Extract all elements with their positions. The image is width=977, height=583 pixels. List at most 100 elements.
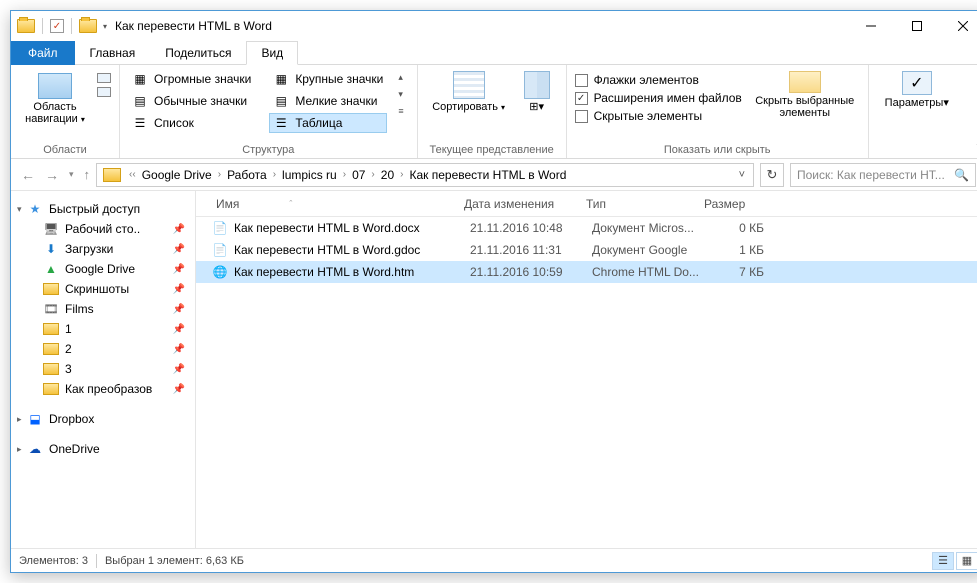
chevron-right-icon[interactable]: ▸ [17, 414, 22, 425]
checkbox-icon: ✓ [575, 92, 588, 105]
onedrive-icon: ☁ [27, 442, 43, 456]
column-name[interactable]: Имяˆ [196, 197, 454, 211]
tab-share[interactable]: Поделиться [150, 41, 246, 65]
up-button[interactable]: ↑ [84, 167, 91, 182]
sort-button[interactable]: Сортировать▾ [426, 69, 512, 114]
gdrive-icon: ▲ [43, 262, 59, 276]
sidebar-item[interactable]: ▲Google Drive📌 [15, 259, 195, 279]
qat-dropdown[interactable]: ▾ [103, 22, 107, 31]
sidebar-item-label: 1 [65, 322, 72, 336]
back-button[interactable]: ← [21, 167, 35, 183]
file-size: 0 КБ [710, 221, 764, 235]
layout-normal-icons[interactable]: ▤Обычные значки [128, 91, 255, 111]
separator [71, 18, 72, 34]
file-row[interactable]: 📄Как перевести HTML в Word.docx21.11.201… [196, 217, 977, 239]
qat-properties-button[interactable]: ✓ [50, 19, 64, 33]
tab-view[interactable]: Вид [246, 41, 298, 65]
columns-button[interactable]: ⊞▾ [516, 69, 558, 113]
maximize-button[interactable] [894, 11, 940, 41]
file-type: Документ Google [592, 243, 710, 257]
app-icon[interactable] [17, 19, 35, 33]
chevron-icon[interactable]: › [339, 169, 350, 180]
ribbon: Область навигации ▾ Области ▦Огромные зн… [11, 65, 977, 159]
checkbox-file-extensions[interactable]: ✓Расширения имен файлов [575, 91, 742, 105]
navigation-pane-button[interactable]: Область навигации ▾ [19, 69, 91, 126]
checkbox-item-checkboxes[interactable]: Флажки элементов [575, 73, 742, 87]
crumb[interactable]: Работа [225, 166, 269, 184]
view-details-button[interactable]: ☰ [932, 552, 954, 570]
refresh-button[interactable]: ↻ [760, 163, 784, 187]
sidebar-onedrive[interactable]: ▸☁OneDrive [15, 439, 195, 459]
crumb[interactable]: Google Drive [140, 166, 214, 184]
checkbox-hidden-items[interactable]: Скрытые элементы [575, 109, 742, 123]
search-input[interactable]: Поиск: Как перевести HT... 🔍 [790, 163, 976, 187]
layout-large-icons[interactable]: ▦Крупные значки [269, 69, 387, 89]
folder-icon [43, 363, 59, 375]
qat-new-folder-button[interactable] [79, 19, 97, 33]
layout-scroll-down[interactable]: ▾ [393, 86, 408, 103]
chevron-right-icon[interactable]: ▸ [17, 444, 22, 455]
crumb[interactable]: 20 [379, 166, 396, 184]
sidebar-item[interactable]: 2📌 [15, 339, 195, 359]
close-button[interactable] [940, 11, 977, 41]
column-type[interactable]: Тип [576, 197, 694, 211]
view-icons-button[interactable]: ▦ [956, 552, 977, 570]
file-list: Имяˆ Дата изменения Тип Размер 📄Как пере… [196, 191, 977, 548]
minimize-button[interactable] [848, 11, 894, 41]
layout-list[interactable]: ☰Список [128, 113, 255, 133]
tab-file[interactable]: Файл [11, 41, 75, 65]
chevron-icon[interactable]: › [396, 169, 407, 180]
file-row[interactable]: 🌐Как перевести HTML в Word.htm21.11.2016… [196, 261, 977, 283]
sidebar-item[interactable]: 1📌 [15, 319, 195, 339]
sidebar-item-label: Google Drive [65, 262, 135, 276]
sidebar-quick-access[interactable]: ▾★Быстрый доступ [15, 199, 195, 219]
address-dropdown[interactable]: ˅ [739, 169, 745, 181]
breadcrumb-bar[interactable]: ‹‹ Google Drive› Работа› lumpics ru› 07›… [96, 163, 754, 187]
chevron-down-icon[interactable]: ▾ [17, 204, 22, 215]
column-date[interactable]: Дата изменения [454, 197, 576, 211]
pin-icon: 📌 [173, 364, 191, 375]
crumb[interactable]: Как перевести HTML в Word [407, 166, 568, 184]
sidebar-dropbox[interactable]: ▸⬓Dropbox [15, 409, 195, 429]
sidebar-item-label: Как преобразов [65, 382, 152, 396]
history-dropdown[interactable]: ▾ [69, 169, 74, 180]
layout-huge-icons[interactable]: ▦Огромные значки [128, 69, 255, 89]
sidebar-item[interactable]: 🎞Films📌 [15, 299, 195, 319]
hide-selected-button[interactable]: Скрыть выбранные элементы [750, 69, 860, 119]
chevron-icon[interactable]: › [367, 169, 378, 180]
films-icon: 🎞 [43, 302, 59, 316]
sidebar-item[interactable]: Скриншоты📌 [15, 279, 195, 299]
folder-icon [43, 383, 59, 395]
group-label [877, 142, 957, 156]
details-pane-button[interactable] [97, 87, 111, 97]
folder-icon [103, 168, 121, 182]
tab-home[interactable]: Главная [75, 41, 151, 65]
layout-scroll-up[interactable]: ▴ [393, 69, 408, 86]
chevron-icon[interactable]: › [214, 169, 225, 180]
sidebar-item-label: Films [65, 302, 94, 316]
crumb[interactable]: 07 [350, 166, 367, 184]
sidebar-item[interactable]: 🖥Рабочий сто..📌 [15, 219, 195, 239]
column-size[interactable]: Размер [694, 197, 764, 211]
sidebar-item[interactable]: 3📌 [15, 359, 195, 379]
layout-more[interactable]: ≡ [393, 103, 408, 119]
layout-table[interactable]: ☰Таблица [269, 113, 387, 133]
file-row[interactable]: 📄Как перевести HTML в Word.gdoc21.11.201… [196, 239, 977, 261]
layout-small-icons[interactable]: ▤Мелкие значки [269, 91, 387, 111]
address-bar: ← → ▾ ↑ ‹‹ Google Drive› Работа› lumpics… [11, 159, 977, 191]
ribbon-group-options: ✓ Параметры▾ [869, 65, 965, 158]
folder-icon [43, 323, 59, 335]
options-button[interactable]: ✓ Параметры▾ [877, 69, 957, 109]
sidebar-item[interactable]: Как преобразов📌 [15, 379, 195, 399]
search-icon: 🔍 [954, 168, 969, 182]
sidebar-item[interactable]: ⬇Загрузки📌 [15, 239, 195, 259]
chevron-icon[interactable]: › [269, 169, 280, 180]
pin-icon: 📌 [173, 224, 191, 235]
preview-pane-button[interactable] [97, 73, 111, 83]
crumb[interactable]: lumpics ru [280, 166, 339, 184]
file-type: Chrome HTML Do... [592, 265, 710, 279]
forward-button[interactable]: → [45, 167, 59, 183]
file-date: 21.11.2016 10:48 [470, 221, 592, 235]
titlebar: ✓ ▾ Как перевести HTML в Word [11, 11, 977, 41]
chevron-icon[interactable]: ‹‹ [125, 169, 140, 180]
